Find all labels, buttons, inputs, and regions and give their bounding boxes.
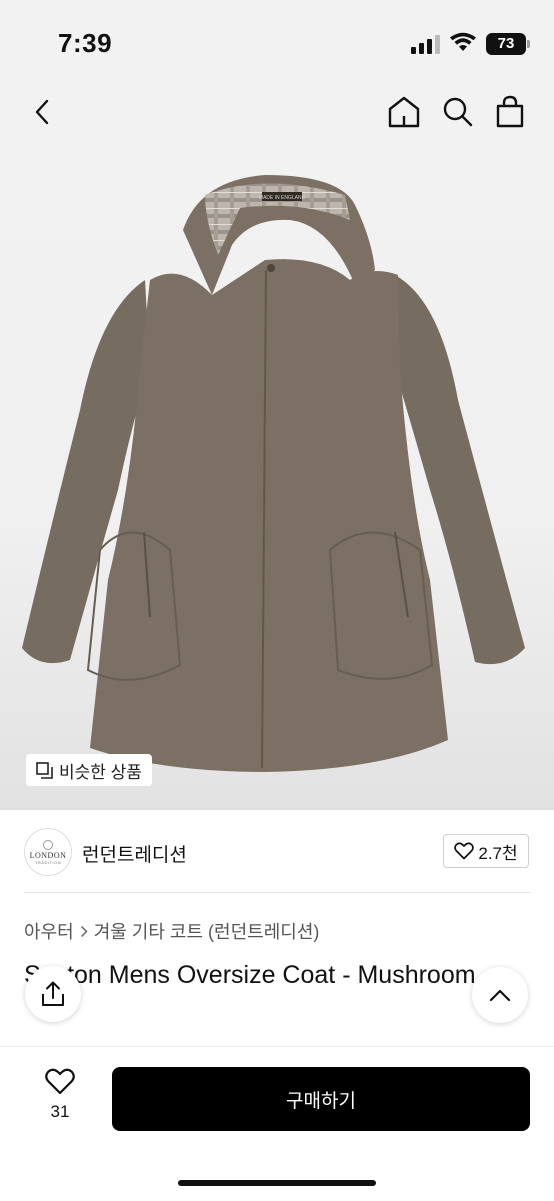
- battery-icon: 73: [486, 33, 526, 55]
- status-bar: 7:39 73: [0, 0, 554, 80]
- breadcrumb-subcategory[interactable]: 겨울 기타 코트 (런던트레디션): [94, 918, 320, 944]
- brand-emblem: [43, 839, 53, 850]
- breadcrumb-category[interactable]: 아우터: [24, 918, 74, 944]
- brand-like-count: 2.7천: [478, 843, 518, 863]
- home-icon: [388, 96, 420, 128]
- similar-products-label: 비슷한 상품: [59, 762, 142, 782]
- home-indicator: [178, 1180, 376, 1186]
- wish-button[interactable]: 31: [40, 1068, 80, 1122]
- brand-row[interactable]: LONDON TRADITION 런던트레디션 2.7천: [0, 820, 554, 884]
- divider: [24, 892, 530, 893]
- chevron-up-icon: [489, 989, 511, 1002]
- scroll-top-button[interactable]: [472, 967, 528, 1023]
- brand-logo[interactable]: LONDON TRADITION: [24, 828, 72, 876]
- search-icon: [443, 97, 473, 127]
- cart-button[interactable]: [490, 92, 530, 132]
- signal-icon: [411, 34, 441, 54]
- coat-label-text: MADE IN ENGLAND: [259, 195, 306, 201]
- battery-tip: [527, 40, 530, 48]
- breadcrumb: 아우터 겨울 기타 코트 (런던트레디션): [24, 918, 319, 944]
- similar-products-button[interactable]: 비슷한 상품: [26, 754, 152, 786]
- brand-name[interactable]: 런던트레디션: [82, 840, 187, 867]
- search-button[interactable]: [438, 92, 478, 132]
- product-image[interactable]: MADE IN ENGLAND: [0, 80, 554, 810]
- share-icon: [42, 981, 64, 1006]
- chevron-left-icon: [35, 99, 49, 125]
- status-time: 7:39: [58, 28, 113, 58]
- chevron-right-icon: [80, 925, 88, 937]
- brand-like-button[interactable]: 2.7천: [443, 834, 529, 868]
- heart-icon: [45, 1068, 75, 1095]
- coat-image: MADE IN ENGLAND: [22, 175, 525, 772]
- buy-button[interactable]: 구매하기: [112, 1067, 530, 1131]
- wish-count: 31: [50, 1102, 70, 1121]
- product-title: Saxton Mens Oversize Coat - Mushroom: [24, 961, 476, 989]
- brand-logo-line2: TRADITION: [34, 859, 62, 865]
- heart-icon: [454, 842, 475, 860]
- shopping-bag-icon: [496, 95, 524, 128]
- back-button[interactable]: [28, 96, 56, 128]
- copy-icon: [36, 761, 53, 779]
- share-button[interactable]: [25, 966, 81, 1022]
- wifi-icon: [450, 32, 476, 51]
- home-button[interactable]: [384, 92, 424, 132]
- brand-logo-line1: LONDON: [29, 850, 67, 860]
